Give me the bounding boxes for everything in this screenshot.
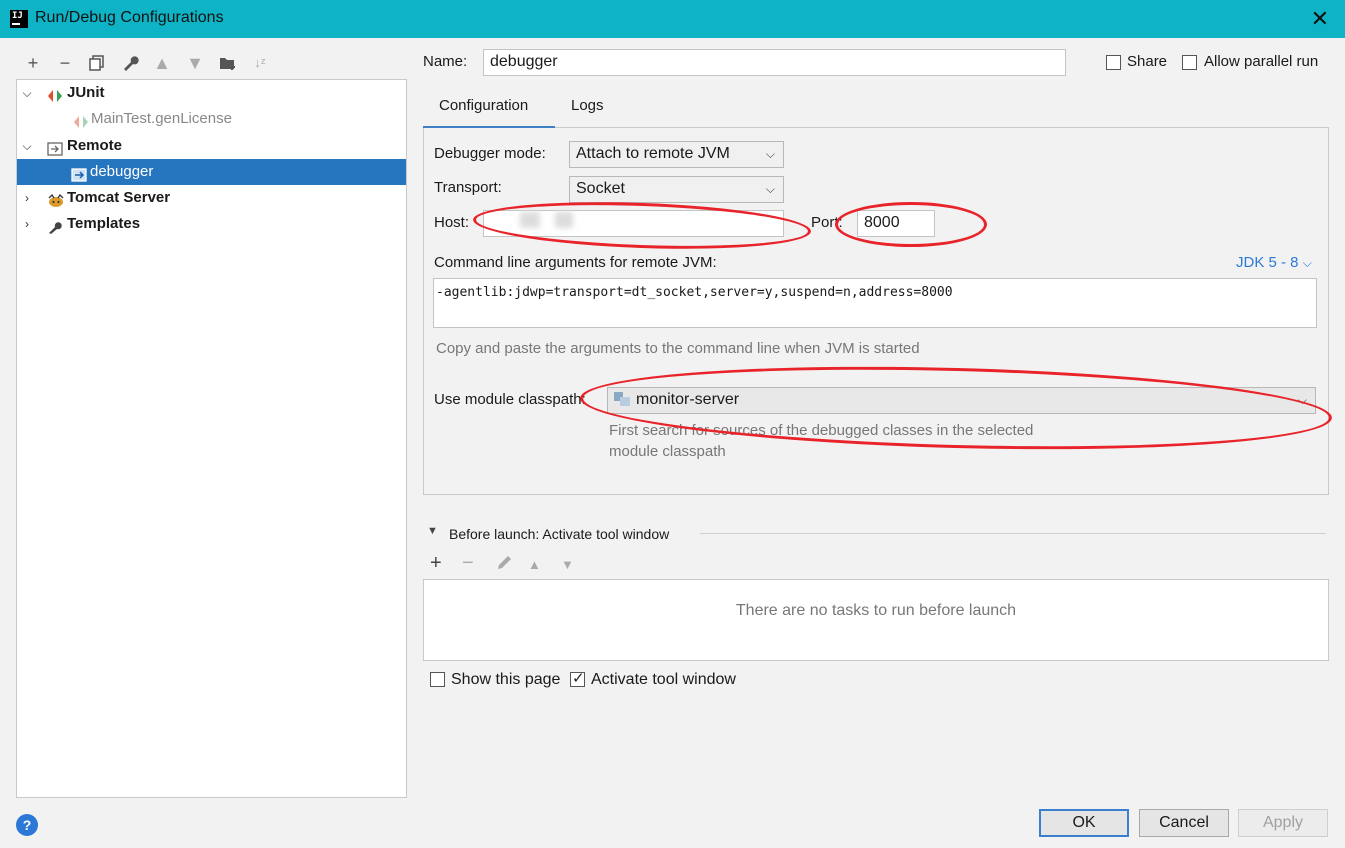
debugger-mode-value: Attach to remote JVM [576,145,730,162]
move-up-icon[interactable]: ▲ [528,557,541,572]
active-tab-indicator [423,126,555,128]
tree-item-remote[interactable]: ⌵ Remote [17,133,406,159]
before-launch-title: Before launch: Activate tool window [449,526,670,542]
jdk-version-link[interactable]: JDK 5 - 8 ⌵ [1236,254,1312,271]
folder-add-icon[interactable] [215,50,241,78]
name-label: Name: [423,53,468,70]
module-hint-line2: module classpath [609,443,726,460]
tree-item-label: Tomcat Server [67,189,171,206]
remove-icon[interactable]: − [462,552,474,575]
tree-item-label: JUnit [67,84,105,101]
section-divider [700,533,1326,534]
chevron-down-icon[interactable]: ⌵ [19,80,35,106]
tree-item-templates[interactable]: › Templates [17,211,406,237]
copy-icon[interactable] [84,50,110,78]
cmd-args-label: Command line arguments for remote JVM: [434,254,717,271]
add-icon[interactable]: + [430,552,442,575]
cmd-args-hint: Copy and paste the arguments to the comm… [436,340,920,357]
chevron-down-icon: ⌵ [1302,256,1312,270]
sort-icon[interactable]: ↓ᶻ [247,50,273,78]
chevron-down-icon: ⌵ [765,147,775,161]
before-launch-task-list[interactable]: There are no tasks to run before launch [423,579,1329,661]
window-title: Run/Debug Configurations [35,9,224,26]
port-input[interactable]: 8000 [857,210,935,237]
tree-item-label: Remote [67,137,123,154]
remote-config-icon [71,165,87,182]
tab-configuration[interactable]: Configuration [439,97,528,114]
ok-button[interactable]: OK [1039,809,1129,837]
jdk-version-text: JDK 5 - 8 [1236,254,1299,271]
activate-tool-window-label: Activate tool window [591,671,736,688]
chevron-down-icon: ⌵ [1297,393,1307,407]
help-icon[interactable]: ? [16,814,38,836]
module-icon [614,390,630,406]
move-down-icon[interactable]: ▼ [182,50,208,78]
title-bar: IJ Run/Debug Configurations ✕ [0,0,1345,38]
debugger-mode-label: Debugger mode: [434,145,546,162]
junit-icon [47,86,63,102]
module-hint-line1: First search for sources of the debugged… [609,422,1034,439]
port-label: Port: [811,214,843,231]
wrench-icon[interactable] [117,50,143,78]
configuration-tree[interactable]: ⌵ JUnit MainTest.genLicense ⌵ Remote deb… [16,79,407,798]
tree-item-label: Templates [67,215,141,232]
tomcat-icon [47,191,64,207]
module-classpath-label: Use module classpath: [434,391,586,408]
junit-test-icon [73,112,89,128]
tree-item-debugger[interactable]: debugger [17,159,406,185]
show-page-label: Show this page [451,671,561,688]
transport-select[interactable]: Socket ⌵ [569,176,784,203]
edit-icon[interactable] [495,554,513,576]
module-classpath-select[interactable]: monitor-server ⌵ [607,387,1316,414]
tree-item-label: MainTest.genLicense [91,110,232,127]
redacted-host [555,212,573,228]
collapse-triangle-icon[interactable]: ▼ [427,525,438,537]
tree-item-tomcat[interactable]: › Tomcat Server [17,185,406,211]
show-page-checkbox[interactable] [430,672,445,687]
transport-label: Transport: [434,179,502,196]
add-icon[interactable]: + [20,50,46,78]
tree-item-maintest[interactable]: MainTest.genLicense [17,106,406,132]
share-label: Share [1127,53,1168,70]
empty-tasks-text: There are no tasks to run before launch [735,602,1017,619]
chevron-down-icon: ⌵ [765,182,775,196]
share-checkbox[interactable] [1106,55,1121,70]
redacted-host [520,212,540,228]
intellij-icon: IJ [10,10,28,28]
name-input[interactable]: debugger [483,49,1066,76]
module-classpath-value: monitor-server [636,391,740,408]
parallel-run-checkbox[interactable] [1182,55,1197,70]
tree-item-label: debugger [90,163,154,180]
debugger-mode-select[interactable]: Attach to remote JVM ⌵ [569,141,784,168]
remove-icon[interactable]: − [52,50,78,78]
tree-item-junit[interactable]: ⌵ JUnit [17,80,406,106]
apply-button[interactable]: Apply [1238,809,1328,837]
activate-tool-window-checkbox[interactable] [570,669,585,687]
chevron-down-icon[interactable]: ⌵ [19,133,35,159]
remote-icon [47,139,63,156]
close-icon[interactable]: ✕ [1311,6,1329,32]
tab-logs[interactable]: Logs [571,97,604,114]
wrench-icon [47,217,63,234]
chevron-right-icon[interactable]: › [19,185,35,211]
chevron-right-icon[interactable]: › [19,211,35,237]
host-label: Host: [434,214,470,231]
cancel-button[interactable]: Cancel [1139,809,1229,837]
parallel-run-label: Allow parallel run [1204,53,1319,70]
cmd-args-field[interactable]: -agentlib:jdwp=transport=dt_socket,serve… [433,278,1317,328]
transport-value: Socket [576,180,625,197]
move-up-icon[interactable]: ▲ [149,50,175,78]
move-down-icon[interactable]: ▼ [561,557,574,572]
